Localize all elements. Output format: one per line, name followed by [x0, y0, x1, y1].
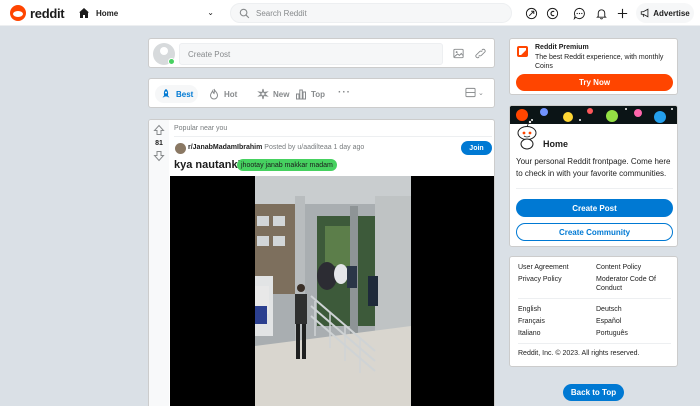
- notifications-icon[interactable]: [594, 6, 608, 20]
- post-video[interactable]: [170, 176, 494, 406]
- create-post-card: [148, 38, 495, 68]
- premium-description: The best Reddit experience, with monthly…: [535, 54, 664, 70]
- try-now-button[interactable]: Try Now: [516, 74, 673, 91]
- sparkle-icon: [257, 88, 269, 100]
- footer-card: User Agreement Content Policy Privacy Po…: [509, 256, 678, 367]
- advertise-label: Advertise: [653, 8, 690, 18]
- popular-near-you-label: Popular near you: [174, 125, 228, 132]
- post-title[interactable]: kya nautanki: [174, 159, 241, 171]
- sort-best-button[interactable]: Best: [155, 85, 199, 103]
- rocket-icon: [162, 89, 170, 98]
- subreddit-icon[interactable]: [175, 143, 186, 154]
- snoo-mascot-icon: [516, 120, 538, 150]
- sort-top-label: Top: [311, 89, 326, 99]
- content-policy-link[interactable]: Content Policy: [596, 263, 641, 272]
- popular-icon[interactable]: [524, 6, 538, 20]
- sort-hot-label: Hot: [224, 89, 238, 99]
- home-dropdown-label: Home: [96, 8, 119, 18]
- advertise-button[interactable]: Advertise: [636, 3, 694, 23]
- megaphone-icon: [641, 8, 649, 18]
- chevron-down-icon: ⌄: [478, 89, 484, 97]
- chat-icon[interactable]: [572, 6, 586, 20]
- sort-bar: Best Hot New Top ··· ⌄: [148, 78, 495, 108]
- reddit-wordmark: reddit: [30, 5, 65, 21]
- back-to-top-button[interactable]: Back to Top: [563, 384, 624, 401]
- language-english-link[interactable]: English: [518, 305, 541, 314]
- create-post-button[interactable]: Create Post: [516, 199, 673, 217]
- sort-best-label: Best: [176, 89, 194, 99]
- divider: [174, 136, 492, 137]
- flame-icon: [209, 88, 219, 100]
- home-dropdown[interactable]: Home ⌄: [78, 4, 218, 22]
- home-icon: [78, 7, 90, 19]
- vote-score: 81: [155, 140, 163, 147]
- vote-column: 81: [149, 120, 169, 406]
- privacy-policy-link[interactable]: Privacy Policy: [518, 275, 562, 284]
- join-button[interactable]: Join: [461, 141, 492, 155]
- premium-card: Reddit Premium The best Reddit experienc…: [509, 38, 678, 95]
- moderator-code-link[interactable]: Moderator Code Of Conduct: [596, 275, 674, 293]
- home-card: Home Your personal Reddit frontpage. Com…: [509, 105, 678, 247]
- sort-top-button[interactable]: Top: [290, 85, 330, 103]
- sort-hot-button[interactable]: Hot: [203, 85, 242, 103]
- premium-shield-icon: [517, 46, 528, 57]
- language-deutsch-link[interactable]: Deutsch: [596, 305, 622, 314]
- search-icon: [239, 8, 250, 18]
- card-layout-icon: [465, 87, 476, 98]
- copyright-text: Reddit, Inc. © 2023. All rights reserved…: [518, 350, 640, 357]
- search-input[interactable]: [256, 8, 496, 18]
- divider: [518, 343, 671, 344]
- online-status-indicator: [168, 58, 175, 65]
- chevron-down-icon: ⌄: [207, 8, 214, 17]
- sort-new-label: New: [273, 89, 290, 99]
- premium-title: Reddit Premium: [535, 44, 589, 51]
- reddit-snoo-icon: [10, 5, 26, 21]
- language-portugues-link[interactable]: Português: [596, 329, 628, 338]
- coins-icon[interactable]: [545, 6, 559, 20]
- subreddit-link[interactable]: r/JanabMadamIbrahim: [188, 144, 262, 151]
- post-flair[interactable]: jhootay janab makkar madam: [237, 159, 337, 171]
- plus-icon[interactable]: [615, 6, 629, 20]
- home-card-title: Home: [543, 139, 569, 149]
- user-agreement-link[interactable]: User Agreement: [518, 263, 569, 272]
- top-header: reddit Home ⌄ Advertise: [0, 0, 700, 26]
- video-scene-illustration: [255, 176, 411, 406]
- downvote-icon[interactable]: [153, 150, 165, 162]
- language-francais-link[interactable]: Français: [518, 317, 545, 326]
- language-espanol-link[interactable]: Español: [596, 317, 621, 326]
- link-icon[interactable]: [474, 47, 488, 61]
- upvote-icon[interactable]: [153, 124, 165, 136]
- sort-new-button[interactable]: New: [252, 85, 294, 103]
- layout-switcher[interactable]: ⌄: [465, 87, 484, 98]
- post-byline: · Posted by u/aadilteaa 1 day ago: [260, 144, 365, 151]
- language-italiano-link[interactable]: Italiano: [518, 329, 541, 338]
- more-options-icon[interactable]: ···: [338, 87, 351, 98]
- home-card-description: Your personal Reddit frontpage. Come her…: [516, 157, 671, 178]
- create-post-input[interactable]: [179, 43, 443, 65]
- image-upload-icon[interactable]: [452, 47, 466, 61]
- reddit-logo[interactable]: reddit: [10, 5, 65, 21]
- video-frame: [255, 176, 411, 406]
- divider: [518, 298, 671, 299]
- divider: [516, 188, 673, 189]
- search-bar[interactable]: [230, 3, 512, 23]
- bar-chart-icon: [296, 89, 306, 100]
- create-community-button[interactable]: Create Community: [516, 223, 673, 241]
- post-card[interactable]: 81 Popular near you r/JanabMadamIbrahim …: [148, 119, 495, 406]
